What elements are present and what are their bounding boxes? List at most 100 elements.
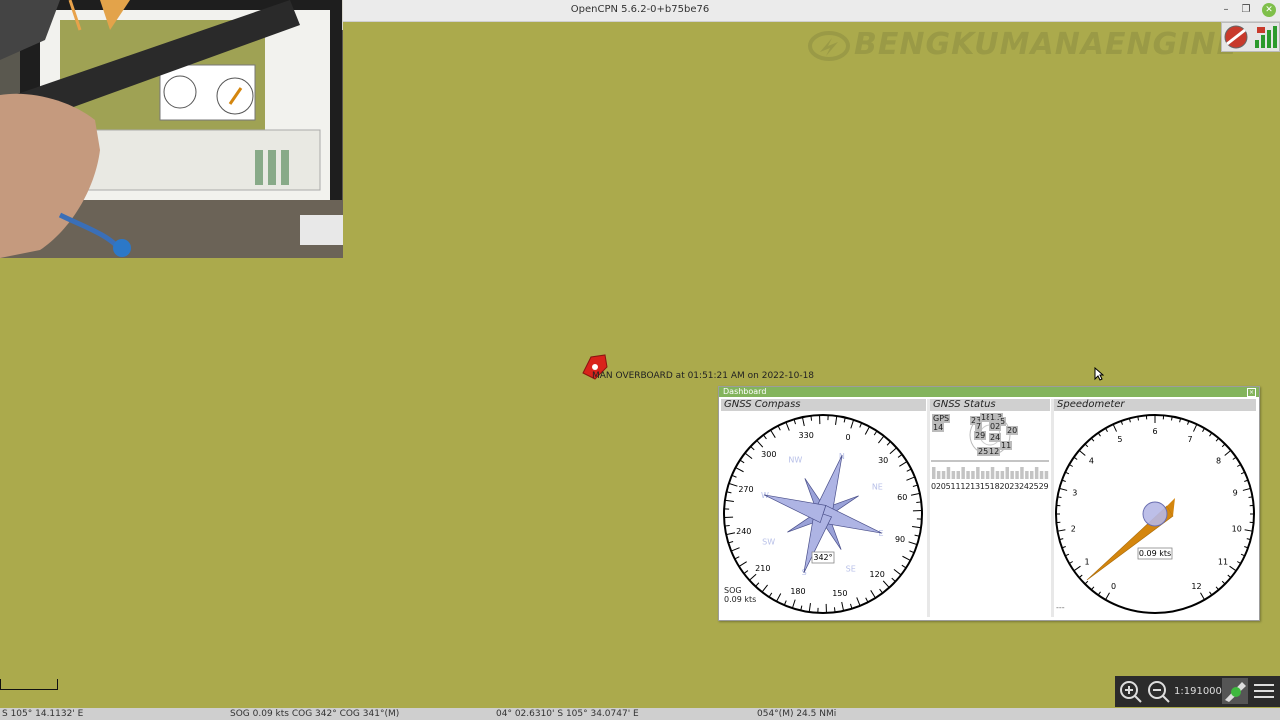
watermark-text: BENGKUMANAENGINE: [854, 27, 1239, 62]
maximize-button[interactable]: ❐: [1239, 3, 1253, 17]
compass-cardinal-label: SE: [846, 564, 856, 573]
signal-bar: [1039, 471, 1044, 479]
signal-bar: [966, 471, 970, 479]
status-bearing-distance: 054°(M) 24.5 NMi: [757, 709, 837, 719]
speed-tick-label: 10: [1232, 524, 1242, 533]
sog-value: 0.09 kts: [724, 595, 757, 604]
speedometer-title: Speedometer: [1054, 399, 1256, 411]
compass-cardinal-label: NW: [788, 456, 802, 465]
gps-signal-icon: [1255, 26, 1277, 48]
satellite-label: 02: [989, 422, 1002, 431]
speed-tick-label: 11: [1218, 558, 1228, 567]
signal-bar: [1025, 471, 1029, 479]
signal-bar: [976, 467, 980, 479]
signal-bar: [946, 467, 951, 479]
compass-tick-label: 210: [755, 564, 770, 573]
webcam-overlay: [0, 0, 343, 258]
signal-bar: [1010, 471, 1014, 479]
mob-label: MAN OVERBOARD at 01:51:21 AM on 2022-10-…: [592, 371, 815, 381]
status-bar: S 105° 14.1132' E SOG 0.09 kts COG 342° …: [0, 708, 1280, 720]
minimize-button[interactable]: –: [1219, 3, 1233, 17]
signal-bar: [932, 467, 936, 479]
watermark-logo-icon: [808, 30, 850, 61]
close-button[interactable]: ✕: [1262, 3, 1276, 17]
speed-tick-label: 12: [1191, 582, 1201, 591]
speed-tick-label: 9: [1233, 489, 1238, 498]
dashboard-close-icon[interactable]: ×: [1247, 388, 1256, 397]
chart-scale: 1:191000: [1174, 686, 1222, 697]
speed-tick-label: 3: [1072, 489, 1077, 498]
zoom-in-icon[interactable]: [1117, 678, 1143, 704]
speed-tick-label: 7: [1188, 435, 1193, 444]
prn-axis-labels: 020511121315182023242529: [931, 482, 1049, 491]
gnss-compass-title: GNSS Compass: [721, 399, 926, 411]
speed-tick-label: 4: [1089, 457, 1094, 466]
signal-bar: [1030, 471, 1034, 479]
status-cursor-position: 04° 02.6310' S 105° 34.0747' E: [496, 709, 639, 719]
signal-bar: [1044, 471, 1049, 479]
speed-hub: [1142, 501, 1168, 527]
compass-tick-label: 120: [870, 570, 885, 579]
compass-cardinal-label: SW: [762, 538, 775, 547]
signal-bar: [951, 471, 956, 479]
speed-tick-label: 5: [1117, 435, 1122, 444]
signal-bar: [985, 471, 990, 479]
compass-tick-label: 180: [790, 587, 805, 596]
compass-cardinal-label: NE: [872, 482, 883, 491]
compass-heading-value: 342°: [813, 553, 832, 562]
signal-bar: [1020, 467, 1024, 479]
dashboard-title: Dashboard: [723, 387, 767, 396]
satellite-label: 29: [974, 431, 987, 440]
signal-bar: [1000, 471, 1005, 479]
webcam-image: [0, 0, 343, 258]
gnss-compass-instrument: GNSS Compass 0 30 60 90 120 150 180 210 240 270 30…: [721, 399, 926, 617]
compass-status-icon[interactable]: [1223, 24, 1249, 50]
sog-label: SOG: [724, 586, 742, 595]
compass-tick-label: 0: [845, 433, 850, 442]
zoom-out-icon[interactable]: [1145, 678, 1171, 704]
satellite-label: 12: [988, 447, 1001, 456]
compass-tick-label: 30: [878, 456, 888, 465]
compass-tick-label: 330: [799, 431, 814, 440]
speed-dial: 01234567891011120.09 kts: [1055, 414, 1255, 614]
compass-tick-label: 300: [761, 450, 776, 459]
chart-quilt-icon[interactable]: [1222, 678, 1248, 704]
speed-tick-label: 8: [1216, 457, 1221, 466]
chart-scale-bar: [0, 679, 58, 690]
signal-bar: [941, 471, 946, 479]
satellite-label: 11: [1000, 441, 1013, 450]
satellite-label: 7: [975, 422, 983, 431]
speed-tick-label: 2: [1071, 524, 1076, 533]
dashboard-panel[interactable]: Dashboard × GNSS Compass 0 30 60 90 120 150 18…: [718, 386, 1260, 621]
signal-bar: [995, 471, 1000, 479]
compass-dial: 0306090120150180210240270300330NEESESSWW…: [723, 414, 923, 614]
signal-bar: [981, 471, 985, 479]
speed-tick-label: 6: [1152, 427, 1157, 436]
compass-tick-label: 90: [895, 535, 905, 544]
status-icons: [1221, 22, 1280, 52]
satellite-label: 20: [1006, 426, 1019, 435]
signal-bar: [936, 471, 941, 479]
signal-bar: [961, 467, 965, 479]
speed-value: 0.09 kts: [1139, 549, 1171, 558]
speedometer-instrument: Speedometer 0 1 2 3 4 5 6 7 8 9 10 11 12 0.09 kts ---: [1054, 399, 1256, 617]
speed-tick-label: 0: [1111, 582, 1116, 591]
signal-bar: [1005, 467, 1009, 479]
mouse-cursor-icon: [1094, 367, 1104, 381]
compass-tick-label: 150: [832, 589, 847, 598]
signal-bar: [1034, 467, 1039, 479]
gnss-status-title: GNSS Status: [930, 399, 1050, 411]
speed-tick-label: 1: [1084, 558, 1089, 567]
compass-tick-label: 60: [897, 493, 907, 502]
signal-bar: [1015, 471, 1019, 479]
menu-icon[interactable]: [1251, 678, 1277, 704]
dashboard-title-bar[interactable]: Dashboard ×: [719, 387, 1259, 397]
speedometer-footer: ---: [1056, 603, 1065, 612]
status-ownship-position: S 105° 14.1132' E: [2, 709, 84, 719]
signal-bar: [990, 467, 995, 479]
signal-bar: [971, 471, 975, 479]
compass-tick-label: 240: [736, 527, 751, 536]
signal-bar: [956, 471, 960, 479]
status-sog-cog: SOG 0.09 kts COG 342° COG 341°(M): [230, 709, 400, 719]
channel-watermark: BENGKUMANAENGINE: [808, 26, 1248, 64]
